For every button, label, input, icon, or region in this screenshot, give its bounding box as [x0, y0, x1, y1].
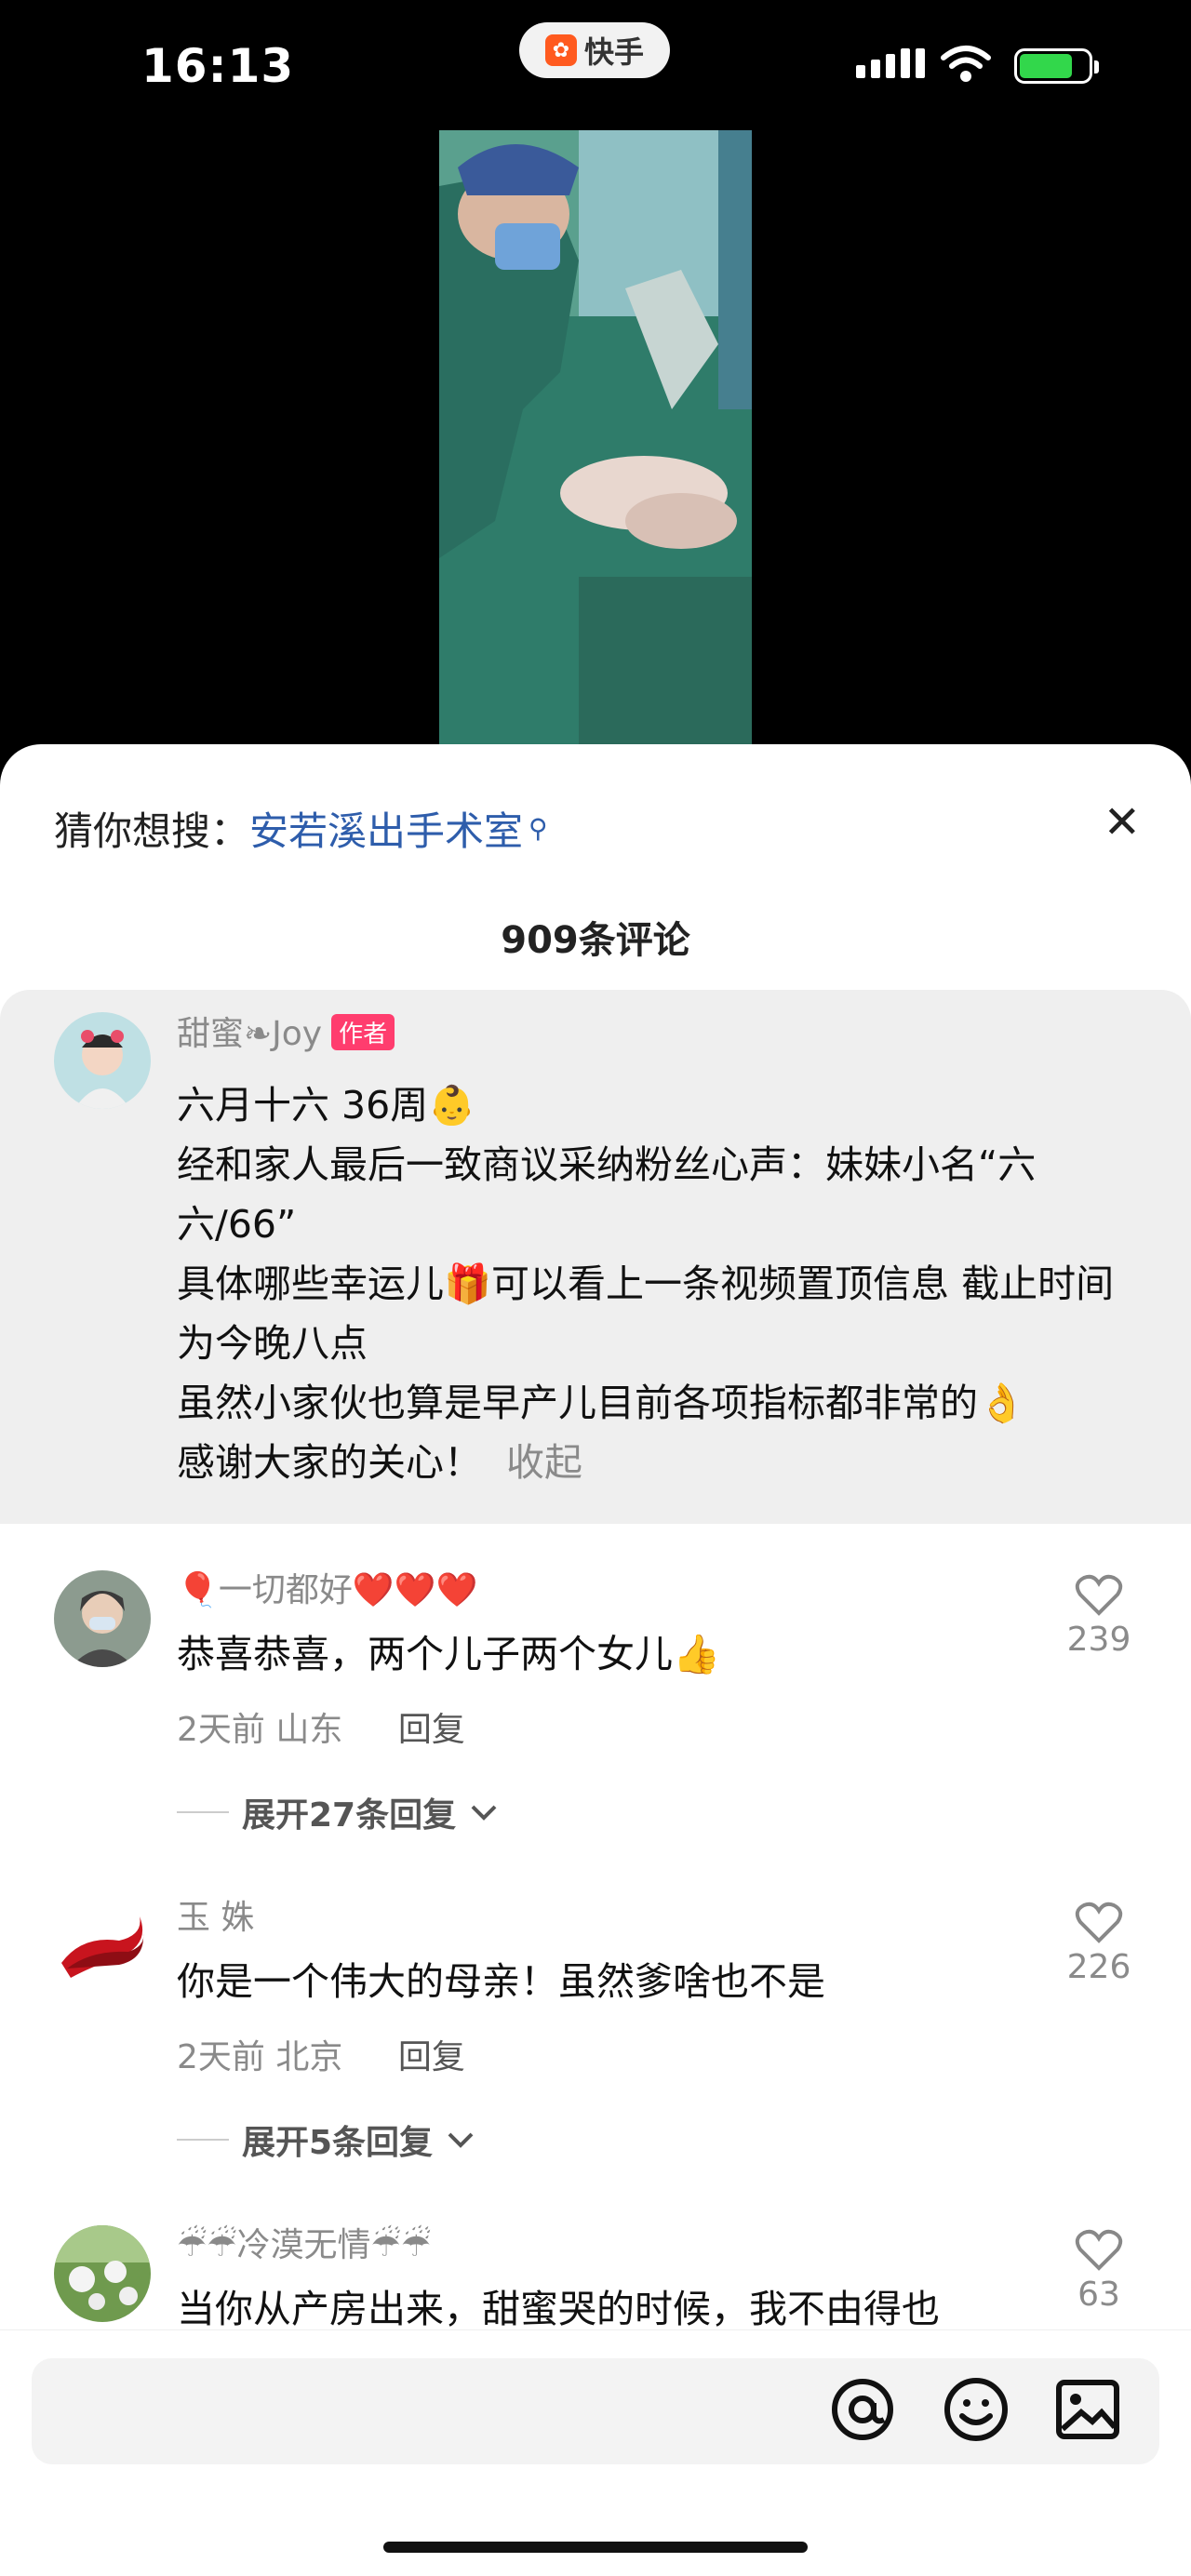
comment-time: 2天前 — [177, 2038, 265, 2076]
like-count: 63 — [1077, 2276, 1120, 2314]
comment-sheet: 猜你想搜： 安若溪出手术室 ⚲ ✕ 909条评论 甜蜜❧Joy 作者 六月十六 3… — [0, 744, 1191, 2576]
battery-icon — [1014, 48, 1099, 84]
status-time: 16:13 — [141, 39, 295, 93]
search-suggestion-query[interactable]: 安若溪出手术室 — [249, 800, 523, 857]
comment-location: 北京 — [275, 2038, 343, 2076]
like-button[interactable]: 226 — [1048, 1902, 1150, 1986]
pinned-line: 具体哪些幸运儿🎁可以看上一条视频置顶信息 截止时间为今晚八点 — [177, 1261, 1115, 1366]
comment-meta: 2天前 北京 回复 — [177, 2030, 465, 2078]
image-icon[interactable] — [1053, 2375, 1122, 2444]
pinned-line: 虽然小家伙也算是早产儿目前各项指标都非常的👌 — [177, 1381, 1026, 1425]
comment-input-bar — [0, 2329, 1191, 2470]
pinned-line: 感谢大家的关心！ — [177, 1440, 482, 1485]
comment-username[interactable]: 玉 姝 — [177, 1890, 254, 1939]
pinned-line: 经和家人最后一致商议采纳粉丝心声：妹妹小名“六六/66” — [177, 1142, 1037, 1247]
comment-meta: 2天前 山东 回复 — [177, 1702, 465, 1751]
at-icon[interactable] — [828, 2375, 897, 2444]
expand-replies-label: 展开27条回复 — [242, 1796, 457, 1835]
cellular-signal-icon — [856, 48, 925, 78]
expand-replies-button[interactable]: 展开5条回复 — [177, 2116, 479, 2164]
expand-replies-button[interactable]: 展开27条回复 — [177, 1788, 502, 1836]
status-bar: 16:13 ✿ 快手 — [0, 0, 1191, 130]
home-indicator[interactable] — [383, 2542, 808, 2553]
like-button[interactable]: 239 — [1048, 1574, 1150, 1659]
pinned-comment-text: 六月十六 36周👶 经和家人最后一致商议采纳粉丝心声：妹妹小名“六六/66” 具… — [177, 1075, 1144, 1492]
search-icon: ⚲ — [529, 813, 548, 844]
pinned-author-comment: 甜蜜❧Joy 作者 六月十六 36周👶 经和家人最后一致商议采纳粉丝心声：妹妹小名… — [0, 990, 1191, 1524]
reply-button[interactable]: 回复 — [398, 1711, 465, 1749]
app-badge[interactable]: ✿ 快手 — [519, 22, 670, 78]
avatar[interactable] — [54, 2225, 151, 2322]
comment-username[interactable]: 🎈一切都好❤️❤️❤️ — [177, 1563, 477, 1611]
close-icon[interactable]: ✕ — [1104, 796, 1141, 848]
comment-text: 恭喜恭喜，两个儿子两个女儿👍 — [177, 1632, 721, 1676]
expand-replies-label: 展开5条回复 — [242, 2124, 434, 2162]
heart-icon — [1075, 1574, 1123, 1616]
pinned-line: 六月十六 36周👶 — [177, 1083, 476, 1128]
chevron-down-icon — [471, 1805, 497, 1821]
heart-icon — [1075, 2229, 1123, 2271]
chevron-down-icon — [448, 2132, 474, 2148]
collapse-link[interactable]: 收起 — [506, 1440, 582, 1485]
wifi-icon — [941, 46, 991, 82]
reply-button[interactable]: 回复 — [398, 2038, 465, 2076]
search-suggestion[interactable]: 猜你想搜： 安若溪出手术室 ⚲ — [54, 800, 548, 857]
comment-text: 当你从产房出来，甜蜜哭的时候，我不由得也 — [177, 2287, 940, 2331]
author-username-text: 甜蜜❧Joy — [177, 1015, 323, 1053]
emoji-icon[interactable] — [942, 2375, 1010, 2444]
comment-text: 你是一个伟大的母亲！虽然爹啥也不是 — [177, 1959, 825, 2004]
comment-count: 909条评论 — [501, 919, 690, 962]
comment-username[interactable]: ☔☔冷漠无情☔☔ — [177, 2218, 431, 2266]
comment-location: 山东 — [275, 1711, 343, 1749]
avatar[interactable] — [54, 1570, 151, 1667]
like-button[interactable]: 63 — [1048, 2229, 1150, 2314]
search-suggestion-prefix: 猜你想搜： — [54, 808, 250, 854]
like-count: 226 — [1066, 1948, 1131, 1986]
divider — [177, 1811, 229, 1813]
author-badge: 作者 — [331, 1014, 395, 1050]
app-badge-label: 快手 — [583, 34, 644, 70]
heart-icon — [1075, 1902, 1123, 1943]
comment-time: 2天前 — [177, 1711, 265, 1749]
video-thumbnail[interactable] — [439, 130, 752, 754]
divider — [177, 2139, 229, 2141]
avatar[interactable] — [54, 1012, 151, 1109]
author-username[interactable]: 甜蜜❧Joy 作者 — [177, 1007, 395, 1055]
like-count: 239 — [1066, 1621, 1131, 1659]
kuaishou-logo-icon: ✿ — [544, 34, 577, 66]
surgery-video-frame — [439, 130, 752, 754]
avatar[interactable] — [54, 1898, 151, 1995]
